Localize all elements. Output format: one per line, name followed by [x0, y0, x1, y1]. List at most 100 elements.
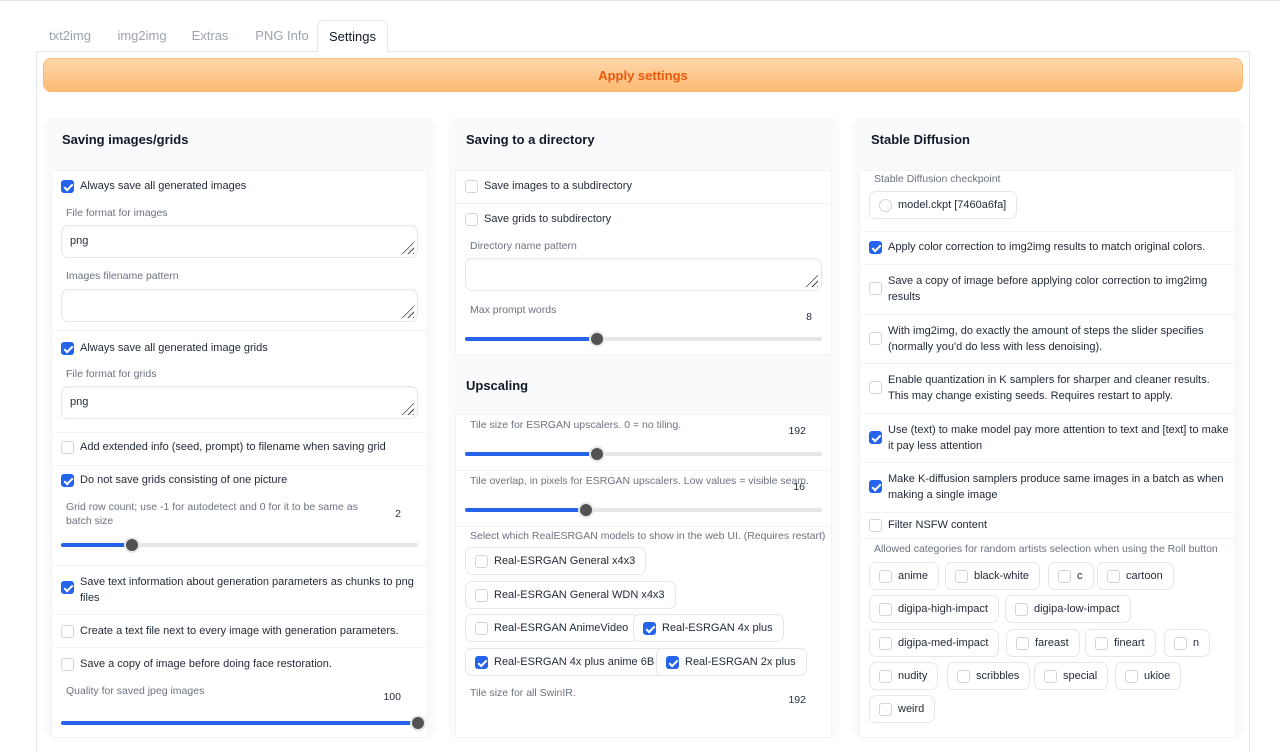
artist-category-checkbox[interactable] [879, 637, 892, 650]
k-diffusion-batch-checkbox[interactable] [869, 480, 882, 493]
resize-grip-icon[interactable] [400, 240, 414, 254]
artist-category-checkbox[interactable] [879, 570, 892, 583]
tab-txt2img[interactable]: txt2img [36, 20, 104, 52]
file-format-images-input[interactable]: png [61, 225, 418, 258]
artist-category-chip[interactable]: digipa-low-impact [1005, 595, 1131, 623]
artist-category-checkbox[interactable] [1044, 670, 1057, 683]
slider-thumb[interactable] [124, 537, 141, 553]
artist-category-chip[interactable]: fareast [1006, 629, 1080, 657]
tile-size-value[interactable]: 192 [766, 425, 806, 437]
filename-pattern-input[interactable] [61, 289, 418, 322]
color-correction-checkbox[interactable] [869, 241, 882, 254]
save-grids-subdir-checkbox[interactable] [465, 213, 478, 226]
realesrgan-model-chip[interactable]: Real-ESRGAN 4x plus anime 6B [465, 648, 666, 676]
artist-category-chip[interactable]: special [1034, 662, 1109, 690]
artist-category-label: fareast [1035, 637, 1069, 649]
slider-thumb[interactable] [589, 331, 606, 347]
save-subdir-label: Save images to a subdirectory [484, 180, 632, 192]
artist-category-label: digipa-low-impact [1034, 603, 1120, 615]
save-before-color-checkbox[interactable] [869, 282, 882, 295]
checkpoint-radio[interactable] [879, 199, 892, 212]
dir-pattern-input[interactable] [465, 258, 822, 291]
artist-category-chip[interactable]: cartoon [1097, 562, 1174, 590]
extended-info-checkbox[interactable] [61, 441, 74, 454]
swinir-tile-value[interactable]: 192 [766, 694, 806, 706]
realesrgan-model-checkbox[interactable] [475, 589, 488, 602]
tab-settings[interactable]: Settings [317, 20, 388, 53]
save-before-face-checkbox[interactable] [61, 658, 74, 671]
always-save-images-checkbox[interactable] [61, 180, 74, 193]
artist-category-chip[interactable]: nudity [869, 662, 939, 690]
artist-category-checkbox[interactable] [1125, 670, 1138, 683]
always-save-grids-checkbox[interactable] [61, 342, 74, 355]
resize-grip-icon[interactable] [804, 273, 818, 287]
save-text-info-checkbox[interactable] [61, 581, 74, 594]
slider-thumb[interactable] [589, 446, 606, 462]
grids-subdir-group: Save grids to subdirectory Directory nam… [456, 204, 831, 356]
attention-checkbox[interactable] [869, 431, 882, 444]
artist-category-checkbox[interactable] [1095, 637, 1108, 650]
max-prompt-words-value[interactable]: 8 [772, 311, 812, 323]
artist-category-chip[interactable]: digipa-high-impact [869, 595, 999, 623]
resize-grip-icon[interactable] [400, 304, 414, 318]
grid-row-count-value[interactable]: 2 [361, 508, 401, 520]
no-single-grid-checkbox[interactable] [61, 474, 74, 487]
apply-settings-button[interactable]: Apply settings [43, 58, 1243, 92]
artist-category-checkbox[interactable] [1016, 637, 1029, 650]
grid-row-count-slider[interactable] [61, 537, 418, 553]
checkpoint-option[interactable]: model.ckpt [7460a6fa] [869, 191, 1018, 219]
tile-overlap-value[interactable]: 16 [765, 481, 805, 493]
file-format-grids-input[interactable]: png [61, 386, 418, 419]
tab-img2img[interactable]: img2img [108, 20, 176, 52]
save-subdir-checkbox[interactable] [465, 180, 478, 193]
slider-thumb[interactable] [578, 502, 595, 518]
slider-fill [465, 508, 587, 512]
artist-category-chip[interactable]: n [1164, 629, 1211, 657]
realesrgan-model-checkbox[interactable] [666, 656, 679, 669]
max-prompt-words-slider[interactable] [465, 331, 822, 347]
file-format-grids-label: File format for grids [66, 368, 157, 380]
artist-category-checkbox[interactable] [1107, 570, 1120, 583]
color-correction-label: Apply color correction to img2img result… [888, 241, 1206, 253]
tab-extras[interactable]: Extras [180, 20, 240, 52]
realesrgan-model-chip[interactable]: Real-ESRGAN General WDN x4x3 [465, 581, 676, 609]
artist-category-chip[interactable]: fineart [1085, 629, 1156, 657]
realesrgan-model-checkbox[interactable] [475, 656, 488, 669]
jpeg-quality-slider[interactable] [61, 715, 426, 731]
realesrgan-model-chip[interactable]: Real-ESRGAN General x4x3 [465, 547, 647, 575]
realesrgan-model-checkbox[interactable] [475, 555, 488, 568]
artist-category-chip[interactable]: black-white [945, 562, 1041, 590]
artist-category-chip[interactable]: weird [869, 695, 936, 723]
tab-png-info[interactable]: PNG Info [244, 20, 320, 52]
filter-nsfw-checkbox[interactable] [869, 519, 882, 532]
tile-size-slider[interactable] [465, 446, 822, 462]
artist-category-checkbox[interactable] [1058, 570, 1071, 583]
artist-category-checkbox[interactable] [879, 703, 892, 716]
jpeg-quality-value[interactable]: 100 [361, 691, 401, 703]
realesrgan-model-chip[interactable]: Real-ESRGAN AnimeVideo [465, 614, 640, 642]
realesrgan-model-checkbox[interactable] [643, 622, 656, 635]
tile-overlap-slider[interactable] [465, 502, 822, 518]
create-text-file-checkbox[interactable] [61, 625, 74, 638]
resize-grip-icon[interactable] [400, 401, 414, 415]
artist-category-chip[interactable]: ukioe [1115, 662, 1182, 690]
realesrgan-model-chip[interactable]: Real-ESRGAN 2x plus [656, 648, 807, 676]
artist-category-label: digipa-high-impact [898, 603, 988, 615]
artist-category-checkbox[interactable] [879, 670, 892, 683]
tab-bar: txt2img img2img Extras PNG Info Settings [36, 20, 1250, 53]
artist-category-checkbox[interactable] [1015, 603, 1028, 616]
artist-category-checkbox[interactable] [957, 670, 970, 683]
artist-category-checkbox[interactable] [879, 603, 892, 616]
artist-category-checkbox[interactable] [955, 570, 968, 583]
artist-category-chip[interactable]: scribbles [947, 662, 1031, 690]
realesrgan-model-chip[interactable]: Real-ESRGAN 4x plus [633, 614, 784, 642]
artist-category-chip[interactable]: anime [869, 562, 939, 590]
artist-category-chip[interactable]: c [1048, 562, 1094, 590]
realesrgan-model-checkbox[interactable] [475, 622, 488, 635]
artist-category-chip[interactable]: digipa-med-impact [869, 629, 1000, 657]
slider-thumb[interactable] [410, 715, 426, 731]
exact-steps-checkbox[interactable] [869, 332, 882, 345]
artist-category-checkbox[interactable] [1174, 637, 1187, 650]
slider-fill [61, 721, 418, 725]
quantization-checkbox[interactable] [869, 381, 882, 394]
